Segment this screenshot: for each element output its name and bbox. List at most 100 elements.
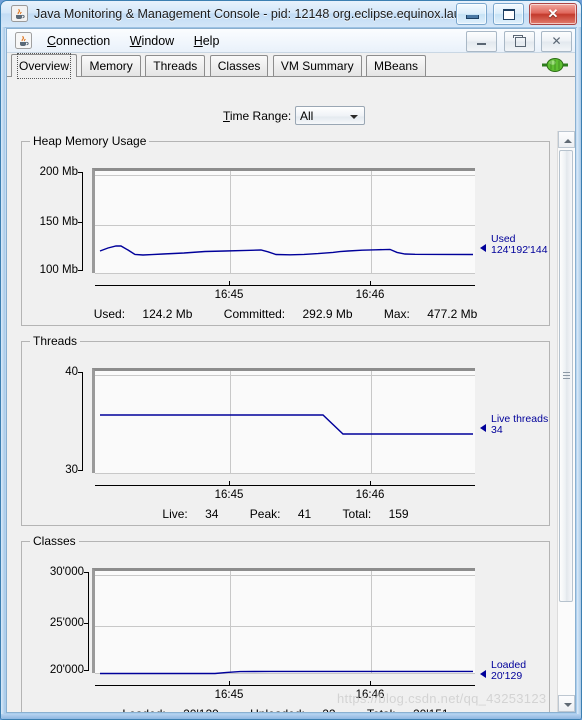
- menu-window[interactable]: Window: [122, 29, 182, 53]
- threads-x-tick-2: [370, 481, 371, 486]
- heap-y-axis-line: [82, 172, 83, 270]
- threads-y-axis-line: [82, 372, 83, 470]
- tab-overview-label: Overview: [16, 53, 72, 79]
- menu-help-label: elp: [202, 34, 220, 48]
- heap-x-label-1: 16:45: [214, 289, 244, 301]
- tab-classes[interactable]: Classes: [209, 55, 269, 77]
- heap-x-tick-2: [370, 281, 371, 286]
- time-range-row: Time Range: All: [7, 101, 575, 131]
- heap-y-label-200: 200 Mb: [39, 166, 78, 178]
- threads-y-label-30: 30: [65, 464, 78, 476]
- inner-close-button[interactable]: ✕: [541, 31, 572, 52]
- triangle-down-icon: [564, 703, 572, 707]
- classes-y-axis-line: [88, 572, 89, 670]
- tab-classes-label: Classes: [217, 59, 261, 73]
- menu-window-label: indow: [141, 34, 175, 48]
- tab-memory[interactable]: Memory: [81, 55, 141, 77]
- window-frame-bottom: [1, 714, 581, 719]
- window-title-bar: Java Monitoring & Management Console - p…: [1, 1, 581, 28]
- threads-y-tick-40: [78, 372, 83, 373]
- heap-summary-used: Used: 124.2 Mb: [93, 307, 193, 321]
- heap-memory-usage-chart[interactable]: 200 Mb 150 Mb 100 Mb 16:45 16:46 Used 12…: [22, 142, 549, 325]
- inner-restore-button[interactable]: [503, 31, 535, 52]
- heap-legend-value: 124'192'144: [491, 244, 548, 256]
- maximize-button[interactable]: [492, 3, 524, 25]
- window-controls: ✕: [455, 3, 577, 25]
- classes-summary: Loaded: 20'129 Unloaded: 22 Total: 20'15…: [22, 707, 549, 712]
- threads-y-axis: 40 30: [22, 342, 78, 492]
- threads-y-tick-30: [78, 470, 83, 471]
- close-icon: ✕: [547, 6, 559, 21]
- classes-summary-total: Total: 20'151: [360, 707, 456, 712]
- time-range-value: All: [300, 109, 314, 123]
- heap-legend: Used 124'192'144: [480, 234, 548, 256]
- classes-legend: Loaded 20'129: [480, 660, 526, 682]
- heap-summary-max: Max: 477.2 Mb: [383, 307, 478, 321]
- vertical-scrollbar[interactable]: [557, 131, 575, 712]
- threads-legend: Live threads 34: [480, 414, 548, 436]
- java-cup-icon: [11, 5, 28, 22]
- scrollbar-track[interactable]: [558, 148, 575, 695]
- inner-frame: Connection Window Help ✕ Overview Memory…: [6, 28, 576, 713]
- window-title: Java Monitoring & Management Console - p…: [34, 7, 465, 21]
- heap-summary-committed: Committed: 292.9 Mb: [223, 307, 353, 321]
- tab-threads-label: Threads: [153, 59, 198, 73]
- tab-threads[interactable]: Threads: [145, 55, 206, 77]
- scroll-up-button[interactable]: [558, 131, 575, 148]
- heap-used-series: [99, 245, 474, 256]
- green-plug-connected-icon[interactable]: [541, 55, 569, 75]
- minimize-button[interactable]: [456, 3, 488, 25]
- scroll-down-button[interactable]: [558, 695, 575, 712]
- tab-memory-label: Memory: [89, 59, 133, 73]
- heap-y-tick-200: [78, 172, 83, 173]
- classes-plot-area: [92, 568, 475, 675]
- threads-legend-value: 34: [491, 424, 503, 436]
- classes-summary-loaded: Loaded: 20'129: [115, 707, 225, 712]
- heap-plot-area: [92, 168, 475, 274]
- heap-y-label-150: 150 Mb: [39, 216, 78, 228]
- scrollbar-grip-icon: [563, 372, 570, 380]
- inner-minimize-button[interactable]: [466, 31, 498, 52]
- menu-bar: Connection Window Help ✕: [7, 29, 575, 53]
- tab-bar: Overview Memory Threads Classes VM Summa…: [7, 53, 575, 79]
- charts-container: Heap Memory Usage 200 Mb 150 Mb 100 Mb 1…: [7, 131, 558, 712]
- classes-x-label-1: 16:45: [214, 689, 244, 701]
- heap-x-tick-1: [229, 281, 230, 286]
- classes-panel: Classes 30'000 25'000 20'000 16:45 16:46…: [21, 534, 550, 712]
- overview-panel: Time Range: All Heap Memory Usage 200 Mb: [7, 101, 575, 712]
- threads-summary-live: Live: 34: [162, 507, 219, 521]
- heap-y-tick-100: [78, 270, 83, 271]
- heap-y-axis: 200 Mb 150 Mb 100 Mb: [22, 142, 78, 292]
- tab-vm-summary[interactable]: VM Summary: [272, 55, 362, 77]
- threads-summary-total: Total: 159: [342, 507, 409, 521]
- close-button[interactable]: ✕: [529, 3, 577, 25]
- menu-help[interactable]: Help: [186, 29, 228, 53]
- classes-x-axis: [95, 685, 475, 686]
- window-frame-right: [577, 27, 581, 719]
- tab-overview[interactable]: Overview: [11, 53, 78, 79]
- threads-x-label-1: 16:45: [214, 489, 244, 501]
- threads-chart[interactable]: 40 30 16:45 16:46 Live threads 34 Live: …: [22, 342, 549, 525]
- time-range-label: Time Range:: [223, 109, 292, 123]
- time-range-select[interactable]: All: [295, 106, 365, 125]
- scrollbar-thumb[interactable]: [559, 150, 573, 602]
- menu-connection[interactable]: Connection: [39, 29, 118, 53]
- classes-loaded-series: [100, 670, 473, 675]
- heap-y-label-100: 100 Mb: [39, 264, 78, 276]
- inner-close-icon: ✕: [551, 34, 562, 48]
- threads-x-tick-1: [229, 481, 230, 486]
- tab-mbeans-label: MBeans: [374, 59, 419, 73]
- classes-x-tick-2: [370, 681, 371, 686]
- watermark: https://blog.csdn.net/qq_43253123: [337, 691, 547, 706]
- tab-mbeans[interactable]: MBeans: [366, 55, 427, 77]
- threads-plot-area: [92, 368, 475, 474]
- classes-chart[interactable]: 30'000 25'000 20'000 16:45 16:46 Loaded …: [22, 542, 549, 712]
- heap-memory-usage-panel: Heap Memory Usage 200 Mb 150 Mb 100 Mb 1…: [21, 134, 550, 326]
- legend-marker-icon: [480, 244, 486, 252]
- threads-summary-peak: Peak: 41: [249, 507, 312, 521]
- classes-y-label-20000: 20'000: [49, 664, 84, 676]
- classes-summary-unloaded: Unloaded: 22: [243, 707, 342, 712]
- classes-y-label-30000: 30'000: [49, 566, 84, 578]
- legend-marker-icon: [480, 424, 486, 432]
- menu-items: Connection Window Help: [39, 29, 227, 53]
